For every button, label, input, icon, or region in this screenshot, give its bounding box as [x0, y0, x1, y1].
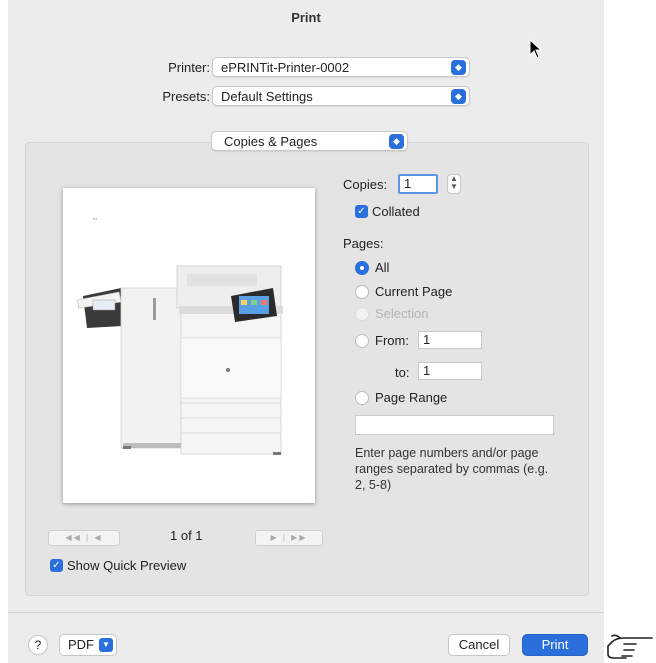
- from-label: From:: [375, 333, 409, 348]
- presets-label: Presets:: [162, 89, 210, 104]
- selection-label: Selection: [375, 306, 429, 321]
- presets-value: Default Settings: [221, 89, 313, 104]
- show-quick-preview-checkbox[interactable]: ✓: [50, 559, 63, 572]
- help-button[interactable]: ?: [28, 635, 48, 655]
- chevron-down-icon: ▼: [99, 638, 113, 652]
- footer-separator: [8, 612, 604, 613]
- page-range-radio[interactable]: [355, 391, 369, 405]
- print-dialog: Print Printer: ePRINTit-Printer-0002 ◆ P…: [8, 0, 604, 663]
- page-range-hint: Enter page numbers and/or page ranges se…: [355, 446, 549, 492]
- page-range-label: Page Range: [375, 390, 448, 405]
- current-page-label: Current Page: [375, 284, 453, 299]
- printer-label: Printer:: [168, 60, 210, 75]
- from-radio[interactable]: [355, 334, 369, 348]
- pages-all-radio[interactable]: [355, 261, 369, 275]
- printer-popup[interactable]: ePRINTit-Printer-0002 ◆: [212, 57, 470, 77]
- presets-popup[interactable]: Default Settings ◆: [212, 86, 470, 106]
- first-prev-page-buttons[interactable]: ◀◀ | ◀: [48, 530, 120, 546]
- page-range-input[interactable]: [355, 415, 554, 435]
- collated-label: Collated: [372, 204, 420, 219]
- printer-value: ePRINTit-Printer-0002: [221, 60, 350, 75]
- mouse-cursor-icon: [529, 39, 543, 59]
- selection-radio[interactable]: [355, 307, 369, 321]
- pages-all-label: All: [375, 260, 390, 275]
- current-page-radio[interactable]: [355, 285, 369, 299]
- section-menu-popup[interactable]: Copies & Pages ◆: [211, 131, 408, 151]
- show-quick-preview-label: Show Quick Preview: [67, 558, 187, 573]
- dialog-title: Print: [291, 10, 321, 25]
- printer-image: ▪▪▪: [76, 216, 283, 455]
- collated-checkbox[interactable]: ✓: [355, 205, 368, 218]
- next-last-glyphs: ▶ | ▶▶: [270, 533, 308, 542]
- page-preview: ▪▪▪: [63, 188, 315, 503]
- chevron-updown-icon: ◆: [389, 134, 404, 149]
- chevron-updown-icon: ◆: [451, 89, 466, 104]
- print-button[interactable]: Print: [522, 634, 588, 656]
- page-indicator: 1 of 1: [170, 528, 203, 543]
- pdf-label: PDF: [68, 637, 94, 652]
- first-prev-glyphs: ◀◀ | ◀: [65, 533, 103, 542]
- to-label: to:: [395, 365, 410, 380]
- cancel-button[interactable]: Cancel: [448, 634, 510, 656]
- next-last-page-buttons[interactable]: ▶ | ▶▶: [255, 530, 323, 546]
- chevron-updown-icon: ◆: [451, 60, 466, 75]
- hand-pointer-icon: [607, 634, 653, 659]
- from-input[interactable]: 1: [418, 331, 482, 349]
- svg-text:▪▪▪: ▪▪▪: [93, 216, 98, 221]
- pdf-menu-button[interactable]: PDF ▼: [59, 634, 117, 656]
- to-input[interactable]: 1: [418, 362, 482, 380]
- copies-stepper-icon[interactable]: ▲ ▼: [447, 174, 461, 194]
- copies-input[interactable]: 1: [398, 174, 438, 194]
- copies-label: Copies:: [343, 177, 388, 192]
- pages-label: Pages:: [343, 236, 384, 251]
- section-menu-value: Copies & Pages: [224, 134, 318, 149]
